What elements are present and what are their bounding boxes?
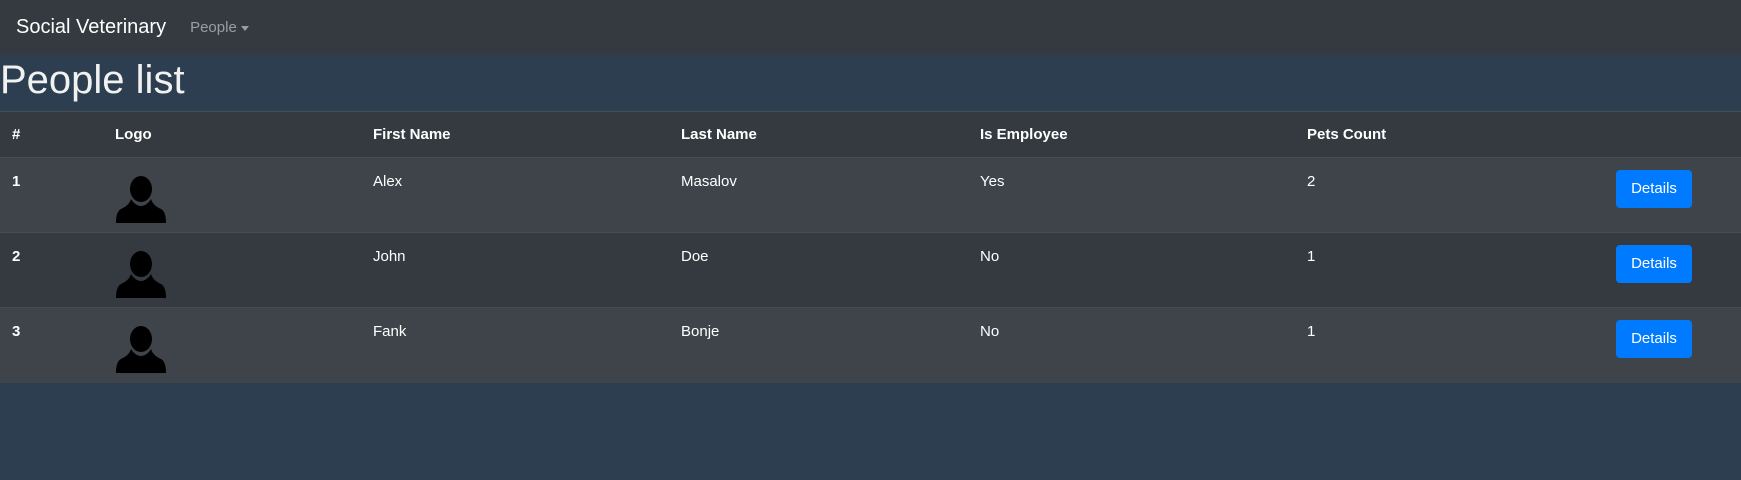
cell-id: 2 — [12, 248, 21, 265]
caret-down-icon — [240, 25, 249, 31]
cell-is-employee: Yes — [980, 173, 1005, 190]
table-row: 1 Alex Masalov Yes 2 Details — [0, 157, 1741, 233]
person-silhouette-icon — [116, 176, 166, 223]
cell-actions: Details — [1604, 158, 1741, 233]
cell-pets-count: 1 — [1307, 323, 1316, 340]
page-title: People list — [0, 58, 185, 102]
navbar-brand[interactable]: Social Veterinary — [16, 16, 166, 39]
person-silhouette-icon — [116, 326, 166, 373]
cell-last-name: Bonje — [681, 323, 720, 340]
cell-last-name: Doe — [681, 248, 709, 265]
people-dropdown[interactable]: People — [190, 19, 249, 36]
cell-last-name: Masalov — [681, 173, 737, 190]
cell-id: 3 — [12, 323, 21, 340]
people-dropdown-label: People — [190, 19, 237, 36]
column-header-id: # — [0, 111, 103, 158]
cell-logo — [103, 158, 361, 233]
details-button[interactable]: Details — [1616, 170, 1692, 208]
person-silhouette-icon — [116, 251, 166, 298]
column-header-is-employee: Is Employee — [968, 111, 1295, 158]
table-row: 2 John Doe No 1 Details — [0, 232, 1741, 308]
details-button[interactable]: Details — [1616, 320, 1692, 358]
column-header-pets-count: Pets Count — [1295, 111, 1604, 158]
details-button[interactable]: Details — [1616, 245, 1692, 283]
cell-first-name: Alex — [373, 173, 403, 190]
cell-actions: Details — [1604, 233, 1741, 308]
column-header-last-name: Last Name — [669, 111, 968, 158]
cell-is-employee: No — [980, 248, 1000, 265]
column-header-logo: Logo — [103, 111, 361, 158]
top-navbar: Social Veterinary People — [0, 0, 1741, 55]
cell-logo — [103, 308, 361, 383]
table-body: 1 Alex Masalov Yes 2 Details 2 John Doe … — [0, 157, 1741, 383]
cell-id: 1 — [12, 173, 21, 190]
cell-first-name: John — [373, 248, 406, 265]
cell-pets-count: 2 — [1307, 173, 1316, 190]
cell-pets-count: 1 — [1307, 248, 1316, 265]
column-header-first-name: First Name — [361, 111, 669, 158]
table-header: # Logo First Name Last Name Is Employee … — [0, 111, 1741, 158]
table-row: 3 Fank Bonje No 1 Details — [0, 307, 1741, 383]
cell-actions: Details — [1604, 308, 1741, 383]
cell-logo — [103, 233, 361, 308]
cell-is-employee: No — [980, 323, 1000, 340]
column-header-actions — [1604, 111, 1741, 158]
header-row: # Logo First Name Last Name Is Employee … — [0, 111, 1741, 158]
people-table: # Logo First Name Last Name Is Employee … — [0, 111, 1741, 383]
cell-first-name: Fank — [373, 323, 407, 340]
